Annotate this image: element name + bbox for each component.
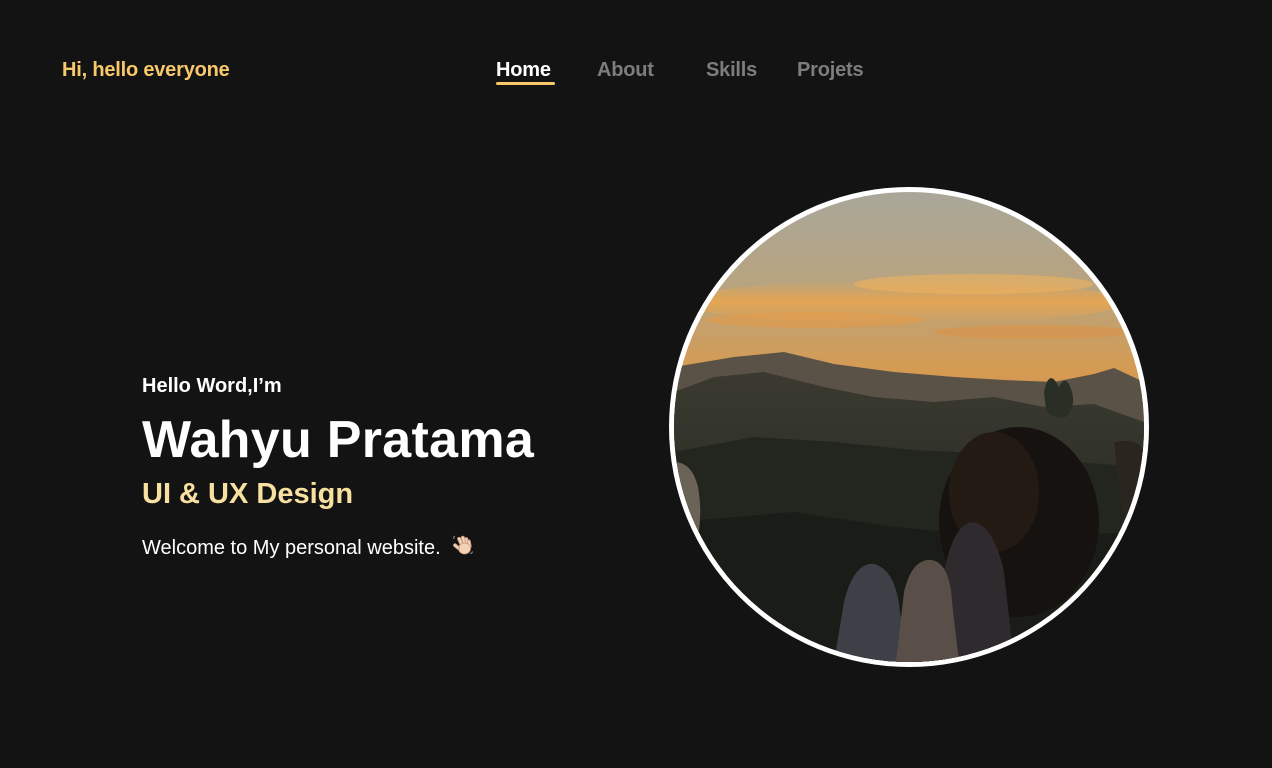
nav-projects[interactable]: Projets <box>797 59 864 82</box>
waving-hand-icon <box>452 534 474 562</box>
nav-skills[interactable]: Skills <box>706 59 757 82</box>
nav-active-underline <box>496 82 555 85</box>
hero-role: UI & UX Design <box>142 478 354 510</box>
brand-text: Hi, hello everyone <box>62 59 230 81</box>
profile-photo-frame <box>669 187 1149 667</box>
hero-welcome-text: Welcome to My personal website. <box>142 537 441 559</box>
sunset-mountain-image <box>674 192 1144 662</box>
nav-home[interactable]: Home <box>496 59 551 82</box>
profile-photo <box>674 192 1144 662</box>
hero-name: Wahyu Pratama <box>142 411 535 469</box>
hero-greeting: Hello Word,I’m <box>142 375 282 397</box>
hero-welcome-line: Welcome to My personal website. <box>142 534 474 562</box>
nav-about[interactable]: About <box>597 59 654 82</box>
page: Hi, hello everyone Home About Skills Pro… <box>0 0 1272 768</box>
